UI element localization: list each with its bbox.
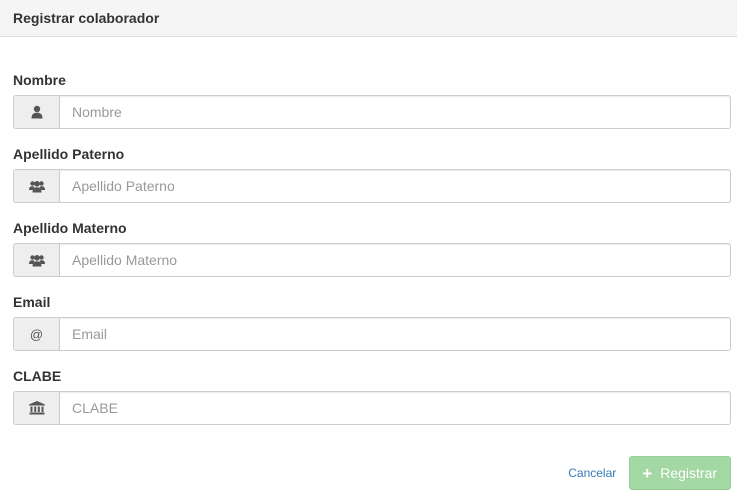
form-group-email: Email @ xyxy=(13,294,731,368)
input-group-clabe xyxy=(13,391,731,425)
form-group-apellido-materno: Apellido Materno xyxy=(13,220,731,294)
field-label-clabe: CLABE xyxy=(13,368,62,384)
plus-icon: + xyxy=(642,463,653,483)
input-group-nombre xyxy=(13,95,731,129)
register-form: Nombre Apellido Paterno Apellido Materno xyxy=(13,72,731,442)
field-label-apellido-paterno: Apellido Paterno xyxy=(13,146,125,162)
register-button[interactable]: + Registrar xyxy=(629,456,731,490)
form-actions: Cancelar + Registrar xyxy=(568,456,731,490)
apellido-paterno-input[interactable] xyxy=(59,169,731,203)
register-button-label: Registrar xyxy=(660,465,717,481)
users-icon xyxy=(13,243,59,277)
apellido-materno-input[interactable] xyxy=(59,243,731,277)
at-icon: @ xyxy=(13,317,59,351)
form-group-nombre: Nombre xyxy=(13,72,731,146)
form-group-apellido-paterno: Apellido Paterno xyxy=(13,146,731,220)
bank-icon xyxy=(13,391,59,425)
nombre-input[interactable] xyxy=(59,95,731,129)
clabe-input[interactable] xyxy=(59,391,731,425)
email-input[interactable] xyxy=(59,317,731,351)
user-icon xyxy=(13,95,59,129)
input-group-apellido-materno xyxy=(13,243,731,277)
form-group-clabe: CLABE xyxy=(13,368,731,442)
field-label-email: Email xyxy=(13,294,51,310)
cancel-link[interactable]: Cancelar xyxy=(568,466,616,480)
input-group-apellido-paterno xyxy=(13,169,731,203)
users-icon xyxy=(13,169,59,203)
register-collaborator-panel: Registrar colaborador Nombre Apellido Pa… xyxy=(0,0,737,504)
field-label-apellido-materno: Apellido Materno xyxy=(13,220,127,236)
field-label-nombre: Nombre xyxy=(13,72,66,88)
panel-title: Registrar colaborador xyxy=(0,0,737,37)
input-group-email: @ xyxy=(13,317,731,351)
